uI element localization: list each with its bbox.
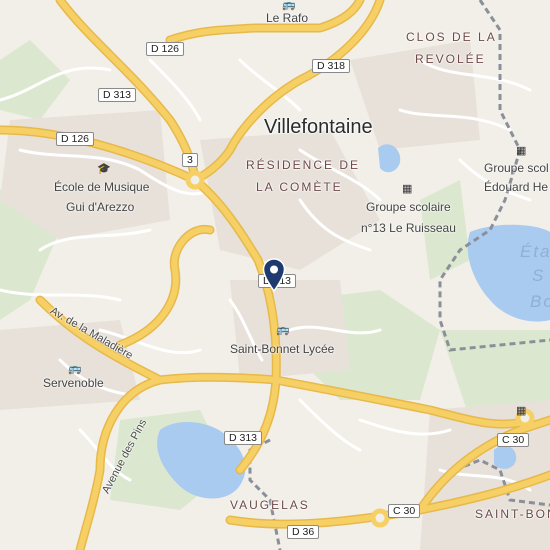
school-building-icon[interactable]: ▦: [516, 144, 526, 157]
poi-label-edouard-2: Édouard He: [484, 180, 549, 194]
road-shield-d36: D 36: [287, 525, 320, 539]
road-shield-d126-top: D 126: [146, 42, 185, 56]
poi-label-ecole-1: École de Musique: [54, 180, 150, 194]
bus-stop-icon[interactable]: 🚌: [282, 0, 296, 11]
map-canvas[interactable]: Villefontaine RÉSIDENCE DE LA COMÈTE CLO…: [0, 0, 550, 550]
road-shield-c30-south: C 30: [388, 504, 421, 518]
bus-stop-icon[interactable]: 🚌: [276, 323, 290, 336]
school-building-icon[interactable]: ▦: [402, 182, 412, 195]
bus-stop-icon[interactable]: 🚌: [68, 362, 82, 375]
landmark-icon[interactable]: ▦: [516, 404, 526, 417]
district-label-vaugelas: VAUGELAS: [230, 498, 310, 512]
district-label-comete-2: LA COMÈTE: [256, 180, 343, 194]
poi-label-le-rafo: Le Rafo: [266, 11, 309, 25]
road-shield-d318: D 318: [312, 59, 351, 73]
lake-label-1: Éta: [520, 242, 550, 261]
poi-label-saint-bonnet-lycee: Saint-Bonnet Lycée: [230, 342, 335, 356]
road-shield-d126-left: D 126: [56, 132, 95, 146]
road-shield-d313-south: D 313: [224, 431, 263, 445]
school-icon[interactable]: 🎓: [97, 162, 111, 175]
lake-label-3: Bo: [530, 292, 550, 311]
city-label-villefontaine: Villefontaine: [264, 116, 373, 138]
district-label-clos-2: REVOLÉE: [415, 52, 486, 66]
road-shield-c30-east: C 30: [497, 433, 530, 447]
poi-label-groupe13-2: n°13 Le Ruisseau: [361, 221, 456, 235]
district-label-comete-1: RÉSIDENCE DE: [246, 158, 361, 172]
district-label-saint-bonnet: SAINT-BONN: [475, 507, 550, 521]
district-label-clos-1: CLOS DE LA: [406, 30, 497, 44]
location-pin-icon[interactable]: [262, 258, 286, 292]
lake-label-2: S: [532, 266, 546, 285]
poi-label-groupe13-1: Groupe scolaire: [366, 200, 451, 214]
poi-label-edouard-1: Groupe scol: [484, 161, 549, 175]
road-shield-route-3: 3: [182, 153, 198, 167]
poi-label-ecole-2: Gui d'Arezzo: [66, 200, 135, 214]
road-shield-d313-top: D 313: [98, 88, 137, 102]
poi-label-servenoble: Servenoble: [43, 376, 104, 390]
